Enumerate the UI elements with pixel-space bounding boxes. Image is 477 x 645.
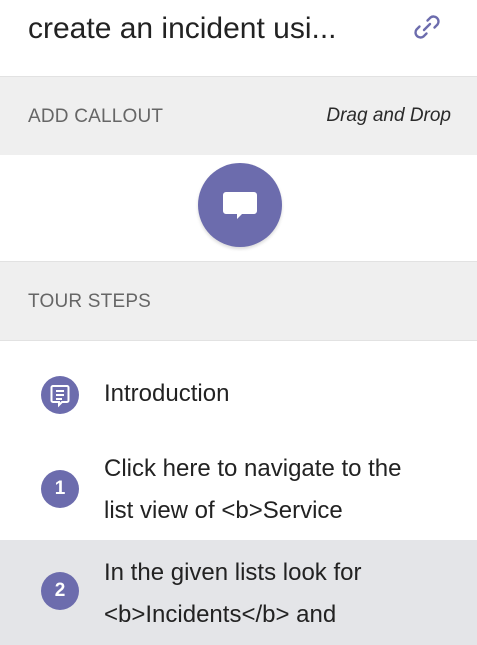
step-text: Click here to navigate to the list view … xyxy=(104,448,464,532)
tour-steps-bar: TOUR STEPS xyxy=(0,261,477,341)
step-text-line-1: Click here to navigate to the xyxy=(104,455,402,482)
add-callout-label: ADD CALLOUT xyxy=(28,106,164,127)
add-callout-bar: ADD CALLOUT Drag and Drop xyxy=(0,76,477,156)
tour-steps-label: TOUR STEPS xyxy=(28,291,152,312)
step-text-line-2: list view of <b>Service xyxy=(104,497,343,524)
header: create an incident usi... xyxy=(0,0,477,76)
step-text: In the given lists look for <b>Incidents… xyxy=(104,552,464,636)
step-text-line-1: In the given lists look for xyxy=(104,559,362,586)
drag-and-drop-hint: Drag and Drop xyxy=(326,105,451,126)
callout-area xyxy=(0,155,477,261)
add-callout-button[interactable] xyxy=(198,163,282,247)
step-1[interactable]: 1 Click here to navigate to the list vie… xyxy=(0,436,477,540)
step-text-line-2: <b>Incidents</b> and xyxy=(104,601,337,628)
comment-icon xyxy=(223,192,257,219)
step-number-badge: 1 xyxy=(41,470,79,508)
step-number-badge: 2 xyxy=(41,572,79,610)
tour-steps-list: Introduction 1 Click here to navigate to… xyxy=(0,340,477,645)
step-text: Introduction xyxy=(104,380,230,407)
page-title: create an incident usi... xyxy=(28,12,337,45)
intro-badge xyxy=(41,376,79,414)
intro-icon xyxy=(50,385,70,408)
step-2[interactable]: 2 In the given lists look for <b>Inciden… xyxy=(0,540,477,645)
step-introduction[interactable]: Introduction xyxy=(0,340,477,436)
link-icon[interactable] xyxy=(410,10,444,44)
